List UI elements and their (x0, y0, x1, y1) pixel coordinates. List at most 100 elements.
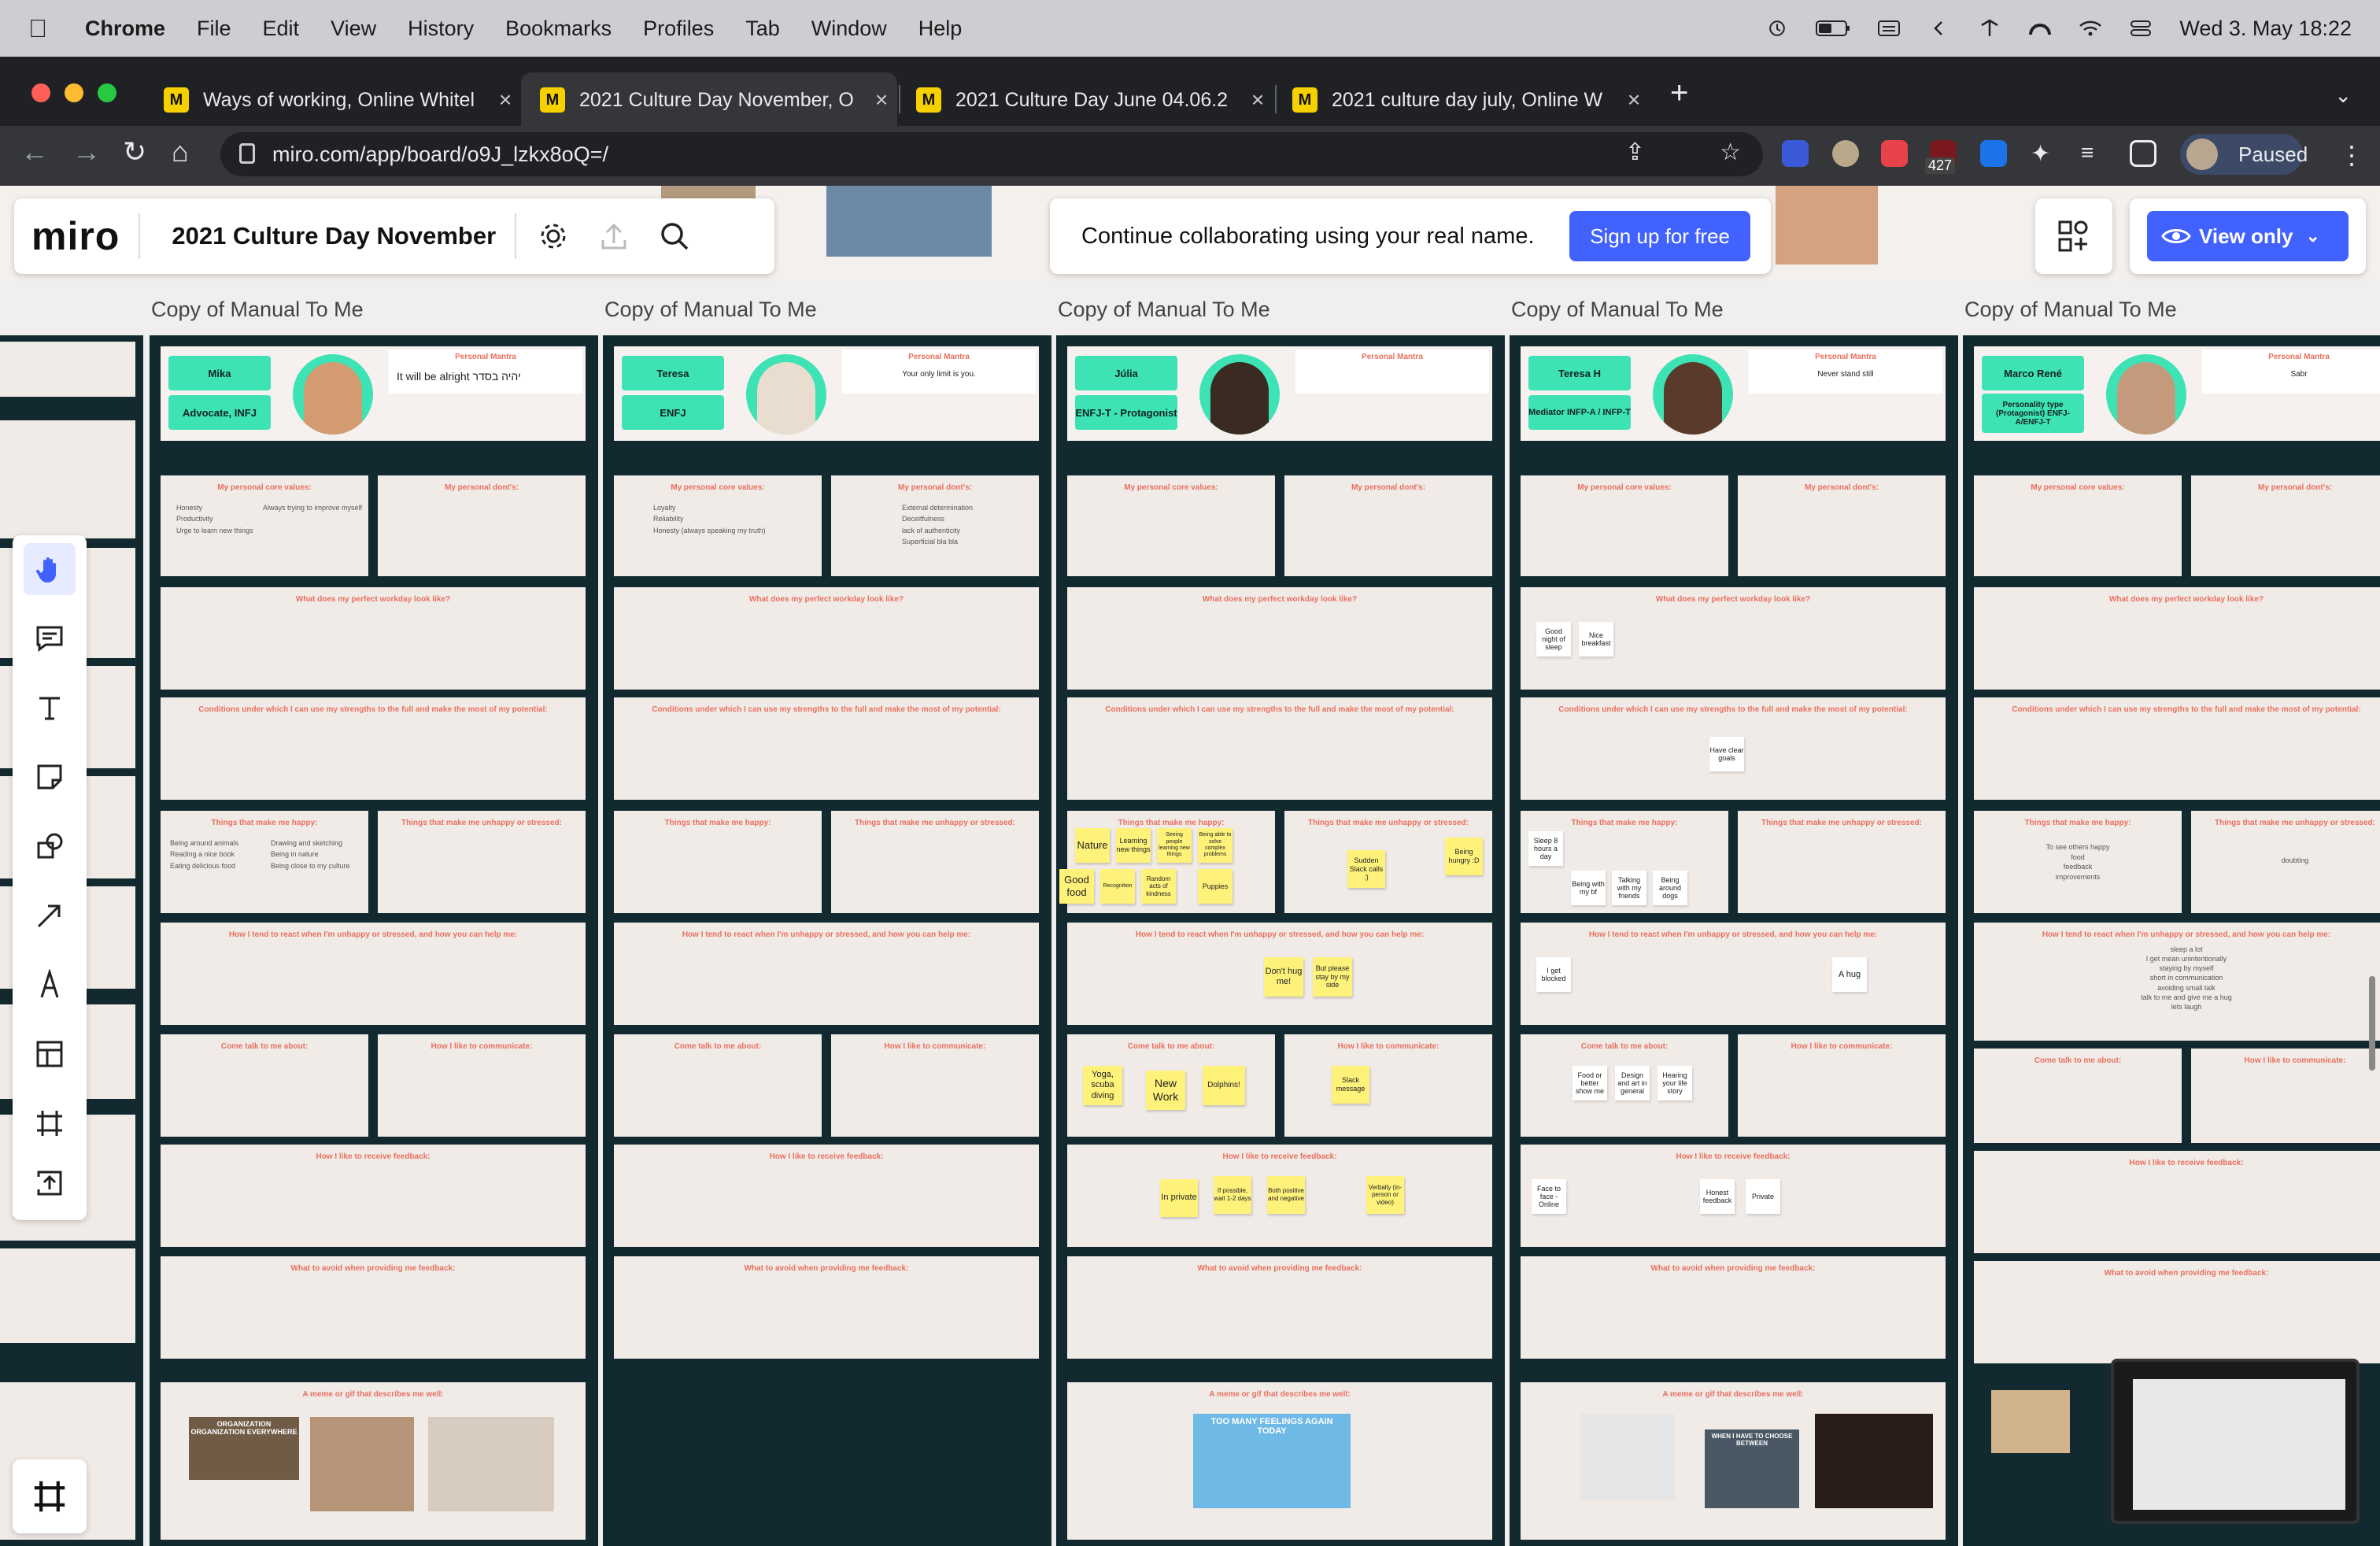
share-icon[interactable]: ⇪ (1625, 139, 1645, 166)
address-bar[interactable]: miro.com/app/board/o9J_lzkx8oQ=/ ⇪ ☆ (220, 132, 1763, 176)
control-center-icon[interactable] (2129, 19, 2153, 38)
frame-manual-julia[interactable]: Júlia ENFJ-T - Protagonist Personal Mant… (1056, 335, 1505, 1546)
sticky-note[interactable]: Random acts of kindness (1141, 869, 1176, 904)
sticky-note[interactable]: Good food (1059, 869, 1094, 904)
tab-culture-day-july[interactable]: M 2021 culture day july, Online W × (1273, 72, 1650, 128)
upload-share-icon[interactable] (598, 220, 630, 253)
sticky-note[interactable]: Nature (1075, 828, 1110, 863)
window-minimize-button[interactable] (65, 83, 83, 102)
frame-title[interactable]: Copy of Manual To Me (1511, 298, 1724, 322)
window-close-button[interactable] (31, 83, 50, 102)
white-note[interactable]: Being with my bf (1571, 871, 1606, 905)
tab-close-icon[interactable]: × (490, 87, 521, 113)
white-note[interactable]: I get blocked (1536, 957, 1571, 992)
tab-culture-day-november[interactable]: M 2021 Culture Day November, O × (521, 72, 897, 128)
view-only-button[interactable]: View only ⌄ (2147, 211, 2349, 261)
search-icon[interactable] (658, 220, 691, 253)
white-note[interactable]: Sleep 8 hours a day (1528, 831, 1563, 866)
white-note[interactable]: Have clear goals (1709, 737, 1744, 771)
sticky-note[interactable]: Puppies (1198, 869, 1232, 904)
menu-profiles[interactable]: Profiles (643, 17, 714, 41)
extension-blue-icon[interactable] (1980, 140, 2007, 167)
sticky-note[interactable]: Don't hug me! (1264, 957, 1303, 997)
frame-manual-teresa[interactable]: Teresa ENFJ Personal Mantra Your only li… (603, 335, 1051, 1546)
pen-tool-icon[interactable] (24, 959, 76, 1011)
sticky-note[interactable]: Both positive and negative (1267, 1176, 1305, 1214)
tab-close-icon[interactable]: × (866, 87, 897, 113)
home-icon[interactable]: ⌂ (172, 135, 189, 168)
frames-list-button[interactable] (13, 1459, 87, 1533)
menu-bookmarks[interactable]: Bookmarks (505, 17, 612, 41)
board-name[interactable]: 2021 Culture Day November (172, 222, 496, 250)
reading-list-icon[interactable]: ≡ (2081, 140, 2108, 167)
extensions-puzzle-icon[interactable]: ✦ (2031, 140, 2057, 167)
sticky-note[interactable]: In private (1160, 1179, 1198, 1217)
menu-file[interactable]: File (197, 17, 231, 41)
sticky-note[interactable]: Being hungry :D (1445, 838, 1483, 875)
menu-window[interactable]: Window (811, 17, 887, 41)
frame-manual-teresa-h[interactable]: Teresa H Mediator INFP-A / INFP-T Person… (1510, 335, 1958, 1546)
sticky-note[interactable]: Recognition (1100, 869, 1135, 904)
board-minimap[interactable] (2111, 1359, 2360, 1524)
white-note[interactable]: Talking with my friends (1612, 871, 1646, 905)
sticky-note[interactable]: If possible, wait 1-2 days (1214, 1176, 1251, 1214)
frame-title[interactable]: Copy of Manual To Me (1058, 298, 1270, 322)
comment-tool-icon[interactable] (24, 612, 76, 664)
sticky-note[interactable]: Sudden Slack calls :) (1347, 850, 1385, 888)
white-note[interactable]: Hearing your life story (1658, 1066, 1692, 1100)
text-tool-icon[interactable] (24, 682, 76, 734)
menu-tab[interactable]: Tab (745, 17, 780, 41)
menu-help[interactable]: Help (918, 17, 963, 41)
sticky-note[interactable]: Verbally (in-person or video) (1366, 1176, 1404, 1214)
minimap-viewport[interactable] (2133, 1379, 2345, 1510)
profile-button[interactable]: Paused (2180, 134, 2308, 175)
battery-icon[interactable] (1816, 19, 1850, 38)
tab-close-icon[interactable]: × (1618, 87, 1650, 113)
tab-culture-day-june[interactable]: M 2021 Culture Day June 04.06.2 × (897, 72, 1273, 128)
tab-search-chevron-icon[interactable]: ⌄ (2334, 83, 2352, 108)
white-note[interactable]: Good night of sleep (1536, 622, 1571, 656)
new-tab-button[interactable]: + (1670, 76, 1688, 111)
menu-view[interactable]: View (331, 17, 376, 41)
apple-icon[interactable]:  (28, 14, 47, 43)
time-machine-icon[interactable] (1765, 19, 1789, 38)
frame-manual-mika[interactable]: Mika Advocate, INFJ Personal Mantra It w… (150, 335, 598, 1546)
forward-arrow-icon[interactable]: → (72, 135, 101, 168)
chrome-menu-icon[interactable]: ⋮ (2339, 140, 2364, 170)
menubar-clock[interactable]: Wed 3. May 18:22 (2179, 17, 2352, 41)
white-note[interactable]: Design and art in general (1615, 1066, 1650, 1100)
reload-icon[interactable]: ↻ (123, 135, 146, 168)
vpn-icon[interactable] (2028, 19, 2052, 38)
keyboard-icon[interactable] (1877, 19, 1901, 38)
window-zoom-button[interactable] (98, 83, 116, 102)
sticky-note[interactable]: Slack message (1332, 1066, 1369, 1104)
sticky-note[interactable]: Being able to solve complex problems (1198, 828, 1232, 863)
miro-logo[interactable]: miro (31, 213, 120, 259)
connector-arrow-icon[interactable] (24, 890, 76, 941)
tab-close-icon[interactable]: × (1242, 87, 1273, 113)
white-note[interactable]: Honest feedback (1700, 1179, 1735, 1214)
menu-history[interactable]: History (408, 17, 474, 41)
bitwarden-extension-icon[interactable] (1782, 140, 1809, 167)
bookmark-star-icon[interactable]: ☆ (1720, 139, 1741, 166)
frame-title[interactable]: Copy of Manual To Me (151, 298, 364, 322)
hand-tool-icon[interactable] (24, 543, 76, 595)
chevron-left-icon[interactable] (1927, 19, 1951, 38)
extension-mask-icon[interactable] (1832, 140, 1859, 167)
templates-tool-icon[interactable] (24, 1028, 76, 1080)
vertical-scrollbar[interactable] (2369, 976, 2375, 1071)
side-panel-icon[interactable] (2130, 140, 2156, 167)
back-arrow-icon[interactable]: ← (20, 135, 49, 168)
pocket-extension-icon[interactable] (1881, 140, 1908, 167)
frame-title[interactable]: Copy of Manual To Me (604, 298, 817, 322)
apps-shapes-button[interactable] (2035, 198, 2112, 274)
shapes-tool-icon[interactable] (24, 820, 76, 872)
sign-up-button[interactable]: Sign up for free (1569, 211, 1750, 261)
white-note[interactable]: Nice breakfast (1579, 622, 1613, 656)
sticky-note[interactable]: Dolphins! (1203, 1066, 1245, 1105)
remote-access-icon[interactable] (1978, 19, 2001, 38)
white-note[interactable]: A hug (1832, 957, 1867, 992)
wifi-icon[interactable] (2079, 19, 2102, 38)
menu-app-chrome[interactable]: Chrome (85, 17, 165, 41)
sticky-note[interactable]: Seeing people learning new things (1157, 828, 1192, 863)
